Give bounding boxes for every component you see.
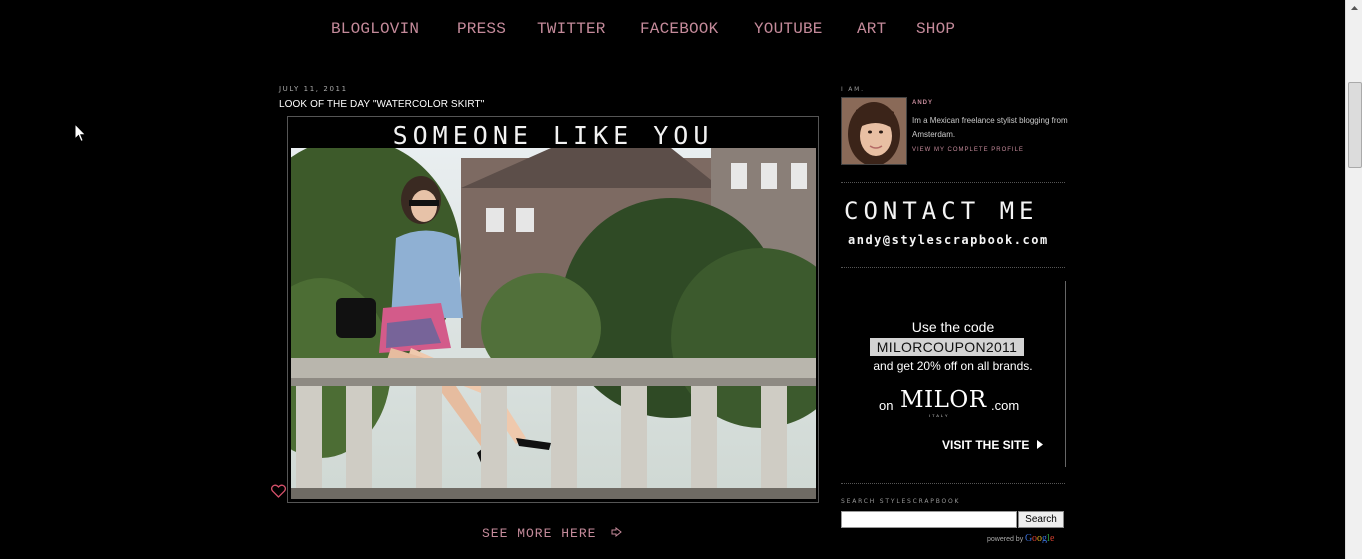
post-date: JULY 11, 2011 (279, 85, 348, 93)
play-triangle-icon (1036, 440, 1043, 449)
search-heading: SEARCH STYLESCRAPBOOK (841, 498, 961, 505)
ad-coupon-code: MILORCOUPON2011 (870, 338, 1024, 356)
ad-line-use-code: Use the code (911, 319, 995, 335)
mouse-pointer-icon (74, 123, 87, 143)
nav-link-press[interactable]: PRESS (457, 20, 506, 38)
ad-dotcom-text: .com (991, 398, 1020, 413)
post-title-link[interactable]: LOOK OF THE DAY "WATERCOLOR SKIRT" (279, 99, 484, 110)
milor-logo: MILOR (900, 387, 987, 413)
post-photo (291, 148, 816, 499)
scrollbar-thumb[interactable] (1348, 82, 1362, 168)
sidebar-divider (841, 483, 1065, 484)
nav-link-youtube[interactable]: YOUTUBE (754, 20, 823, 38)
vertical-scrollbar[interactable] (1345, 0, 1362, 559)
nav-link-shop[interactable]: SHOP (916, 20, 955, 38)
visit-site-label: VISIT THE SITE (942, 438, 1030, 452)
profile-name-link[interactable]: ANDY (912, 100, 933, 106)
milor-logo-tagline: ITALY (929, 413, 950, 418)
nav-link-facebook[interactable]: FACEBOOK (640, 20, 718, 38)
visit-site-button[interactable]: VISIT THE SITE (942, 438, 1043, 452)
search-input[interactable] (841, 511, 1017, 528)
sidebar-divider (841, 267, 1065, 268)
heart-outline-icon[interactable] (271, 484, 286, 498)
nav-link-twitter[interactable]: TWITTER (537, 20, 606, 38)
profile-bio: Im a Mexican freelance stylist blogging … (912, 116, 1068, 139)
profile-avatar[interactable] (841, 97, 907, 165)
ad-on-text: on (879, 398, 894, 413)
contact-email: andy@stylescrapbook.com (848, 233, 1049, 247)
svg-text:e: e (1050, 533, 1055, 543)
see-more-label: SEE MORE HERE (482, 526, 597, 541)
ad-line-discount: and get 20% off on all brands. (873, 359, 1033, 373)
powered-by-google: powered by G o o g l e (987, 532, 1055, 544)
see-more-link[interactable]: SEE MORE HERE (482, 526, 623, 541)
post-image-heading: SOMEONE LIKE YOU (392, 121, 714, 150)
sidebar-divider (841, 182, 1065, 183)
google-logo: G o o g l e (1025, 533, 1055, 544)
view-profile-link[interactable]: VIEW MY COMPLETE PROFILE (912, 147, 1024, 153)
milor-ad-banner[interactable]: Use the code MILORCOUPON2011 and get 20%… (841, 281, 1066, 467)
search-button[interactable]: Search (1018, 511, 1064, 528)
nav-link-bloglovin[interactable]: BLOGLOVIN (331, 20, 419, 38)
contact-title: CONTACT ME (844, 197, 1039, 225)
powered-by-label: powered by (987, 536, 1024, 543)
scroll-up-arrow-icon[interactable] (1346, 0, 1362, 17)
post-image-frame[interactable]: SOMEONE LIKE YOU (287, 116, 819, 503)
profile-heading: I AM. (841, 86, 865, 93)
arrow-right-outline-icon (611, 527, 623, 537)
nav-link-art[interactable]: ART (857, 20, 886, 38)
